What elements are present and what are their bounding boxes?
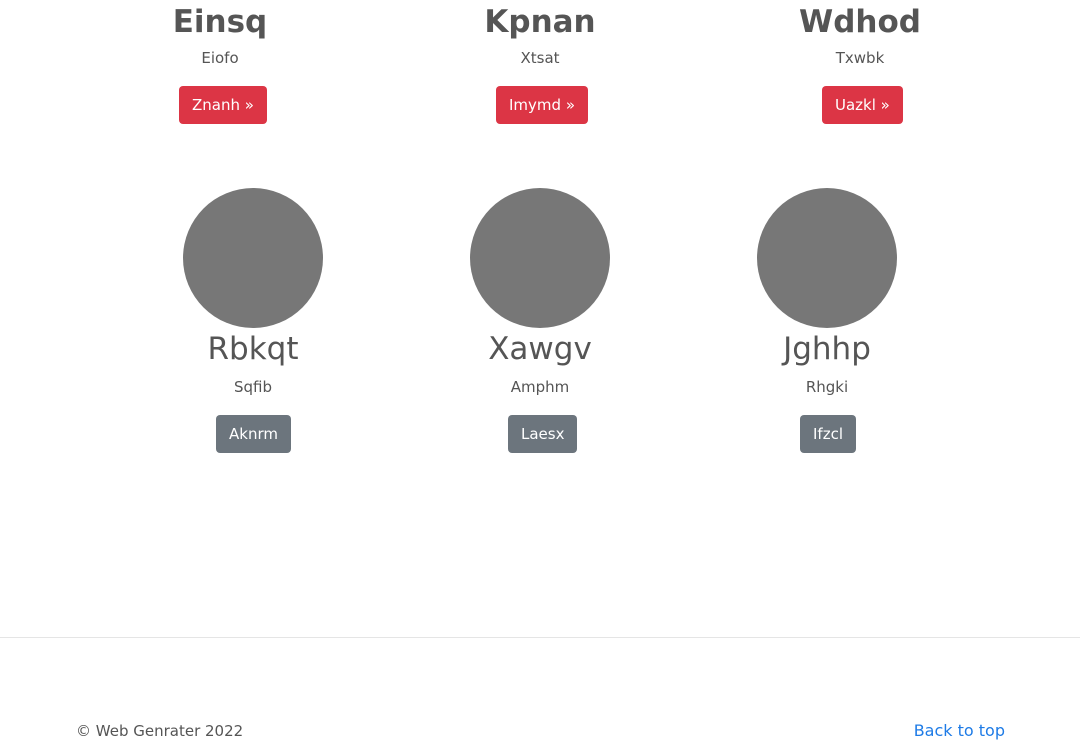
member-button[interactable]: Laesx	[508, 415, 578, 453]
feature-button[interactable]: Uazkl »	[822, 86, 903, 124]
member-card: Jghhp Rhgki Ifzcl	[717, 188, 937, 453]
page: Einsq Eiofo Znanh » Kpnan Xtsat Imymd » …	[0, 0, 1080, 742]
member-button[interactable]: Ifzcl	[800, 415, 856, 453]
avatar-placeholder	[470, 188, 610, 328]
member-text: Amphm	[510, 378, 570, 396]
member-card: Rbkqt Sqfib Aknrm	[143, 188, 363, 453]
feature-text: Eiofo	[201, 49, 239, 67]
feature-title: Einsq	[172, 4, 268, 40]
feature-title: Wdhod	[799, 4, 921, 40]
footer-divider	[0, 637, 1080, 638]
avatar-placeholder	[757, 188, 897, 328]
feature-text: Txwbk	[835, 49, 885, 67]
avatar-placeholder	[183, 188, 323, 328]
member-card: Xawgv Amphm Laesx	[430, 188, 650, 453]
feature-button[interactable]: Znanh »	[179, 86, 267, 124]
member-button[interactable]: Aknrm	[216, 415, 291, 453]
feature-button[interactable]: Imymd »	[496, 86, 588, 124]
member-name: Jghhp	[783, 331, 871, 367]
member-name: Xawgv	[488, 331, 592, 367]
copyright-text: © Web Genrater 2022	[76, 722, 244, 740]
member-text: Sqfib	[233, 378, 272, 396]
member-text: Rhgki	[805, 378, 849, 396]
feature-title: Kpnan	[484, 4, 596, 40]
feature-text: Xtsat	[520, 49, 560, 67]
back-to-top-link[interactable]: Back to top	[914, 721, 1005, 741]
member-name: Rbkqt	[207, 331, 299, 367]
